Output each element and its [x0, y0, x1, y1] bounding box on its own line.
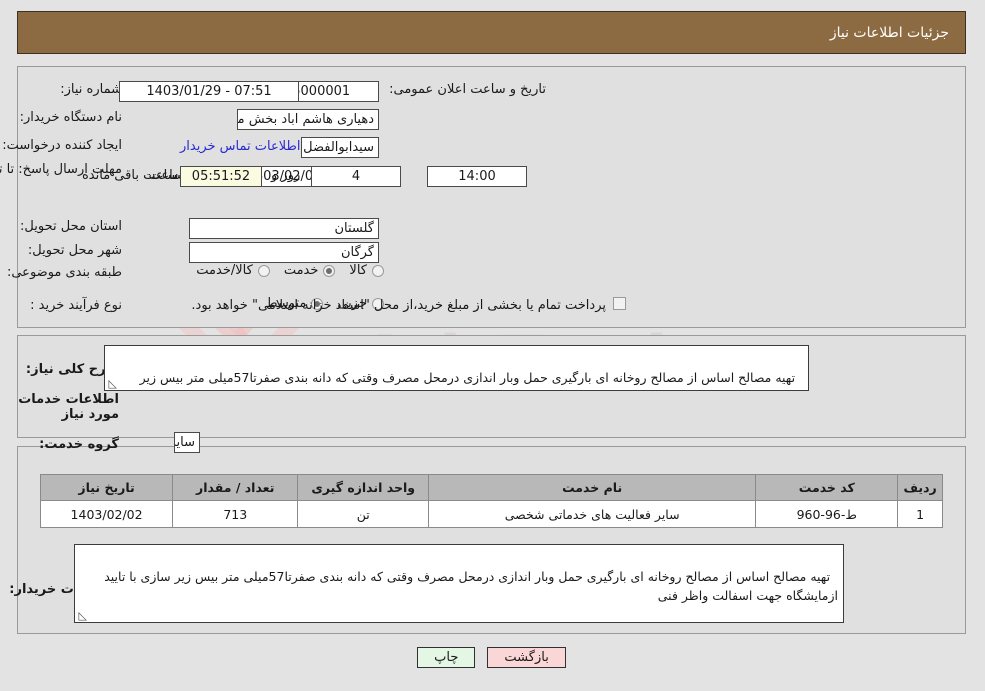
th-date: تاریخ نیاز	[40, 474, 175, 501]
announce-datetime-label: تاریخ و ساعت اعلان عمومی:	[390, 82, 547, 97]
resize-grip-icon-2[interactable]: ◺	[78, 610, 88, 621]
th-name: نام خدمت	[429, 474, 758, 501]
services-table-wrapper: ردیف کد خدمت نام خدمت واحد اندازه گیری ت…	[40, 474, 944, 528]
need-number-label: شماره نیاز:	[61, 82, 123, 97]
service-group-field[interactable]: سایر فعالیت‌های خدماتی	[175, 432, 201, 453]
category-options: کالا خدمت کالا/خدمت	[183, 263, 385, 278]
province-field[interactable]: گلستان	[190, 218, 380, 239]
announce-datetime-row: تاریخ و ساعت اعلان عمومی:	[390, 82, 547, 97]
th-unit: واحد اندازه گیری	[298, 474, 431, 501]
process-label: نوع فرآیند خرید :	[31, 298, 123, 313]
deadline-hour-field[interactable]: 14:00	[428, 166, 528, 187]
province-label: استان محل تحویل:	[21, 219, 123, 234]
buyer-org-field[interactable]: دهیاری هاشم اباد بخش مرکزی شهرستان گرگان	[238, 109, 380, 130]
buyer-contact-link[interactable]: اطلاعات تماس خریدار	[181, 139, 301, 154]
cell-index: 1	[898, 500, 944, 528]
process-row: نوع فرآیند خرید :	[31, 298, 123, 313]
requester-field[interactable]: سیدابوالفضل حسینی هاشم آباد دهیار دهیاری…	[302, 137, 380, 158]
province-row: استان محل تحویل:	[21, 219, 123, 234]
requester-row: ایجاد کننده درخواست:	[3, 138, 123, 153]
treasury-checkbox[interactable]	[614, 297, 627, 310]
print-button[interactable]: چاپ	[418, 647, 477, 668]
category-row: طبقه بندی موضوعی:	[8, 265, 123, 280]
footer-button-bar: بازگشت چاپ	[0, 647, 985, 668]
category-label: طبقه بندی موضوعی:	[7, 265, 123, 280]
description-text: تهیه مصالح اساس از مصالح روخانه ای بارگی…	[140, 370, 804, 390]
cell-code: ط-96-960	[756, 500, 900, 528]
remaining-time-field: 05:51:52	[181, 166, 263, 187]
category-radio-2[interactable]	[258, 264, 271, 277]
th-quantity: تعداد / مقدار	[173, 474, 300, 501]
page-title-bar: جزئیات اطلاعات نیاز	[18, 11, 967, 54]
page-title: جزئیات اطلاعات نیاز	[830, 24, 950, 41]
announce-datetime-field[interactable]: 07:51 - 1403/01/29	[120, 81, 300, 102]
cell-quantity: 713	[173, 500, 300, 528]
buyer-notes-textarea[interactable]: تهیه مصالح اساس از مصالح روخانه ای بارگی…	[75, 544, 845, 623]
th-index: ردیف	[898, 474, 944, 501]
remaining-time-label: ساعت باقی مانده	[83, 168, 180, 183]
resize-grip-icon[interactable]: ◺	[108, 378, 118, 389]
table-row[interactable]: 1 ط-96-960 سایر فعالیت های خدماتی شخصی ت…	[40, 500, 944, 528]
city-row: شهر محل تحویل:	[29, 243, 123, 258]
category-radio-1[interactable]	[324, 264, 337, 277]
buyer-org-label: نام دستگاه خریدار:	[20, 110, 123, 125]
services-section-title: اطلاعات خدمات مورد نیاز	[19, 392, 120, 422]
summary-panel	[18, 66, 967, 328]
services-table: ردیف کد خدمت نام خدمت واحد اندازه گیری ت…	[40, 474, 944, 528]
remaining-days-label: روز و	[272, 168, 302, 183]
requester-label: ایجاد کننده درخواست:	[3, 138, 123, 153]
category-option-label-0[interactable]: کالا	[350, 263, 368, 278]
back-button[interactable]: بازگشت	[488, 647, 567, 668]
category-radio-0[interactable]	[373, 264, 385, 277]
cell-unit: تن	[298, 500, 431, 528]
buyer-org-row: نام دستگاه خریدار:	[21, 110, 123, 125]
th-code: کد خدمت	[756, 474, 900, 501]
cell-date: 1403/02/02	[40, 500, 175, 528]
buyer-notes-text: تهیه مصالح اساس از مصالح روخانه ای بارگی…	[101, 569, 839, 603]
treasury-note: پرداخت تمام یا بخشی از مبلغ خرید،از محل …	[192, 298, 607, 313]
cell-name: سایر فعالیت های خدماتی شخصی	[429, 500, 758, 528]
table-header-row: ردیف کد خدمت نام خدمت واحد اندازه گیری ت…	[40, 474, 944, 501]
service-group-label: گروه خدمت:	[40, 437, 120, 452]
remaining-days-field[interactable]: 4	[312, 166, 402, 187]
description-textarea[interactable]: تهیه مصالح اساس از مصالح روخانه ای بارگی…	[105, 345, 810, 391]
city-field[interactable]: گرگان	[190, 242, 380, 263]
need-number-row: شماره نیاز:	[61, 82, 123, 97]
city-label: شهر محل تحویل:	[28, 243, 123, 258]
category-option-label-2[interactable]: کالا/خدمت	[197, 263, 254, 278]
category-option-label-1[interactable]: خدمت	[285, 263, 320, 278]
